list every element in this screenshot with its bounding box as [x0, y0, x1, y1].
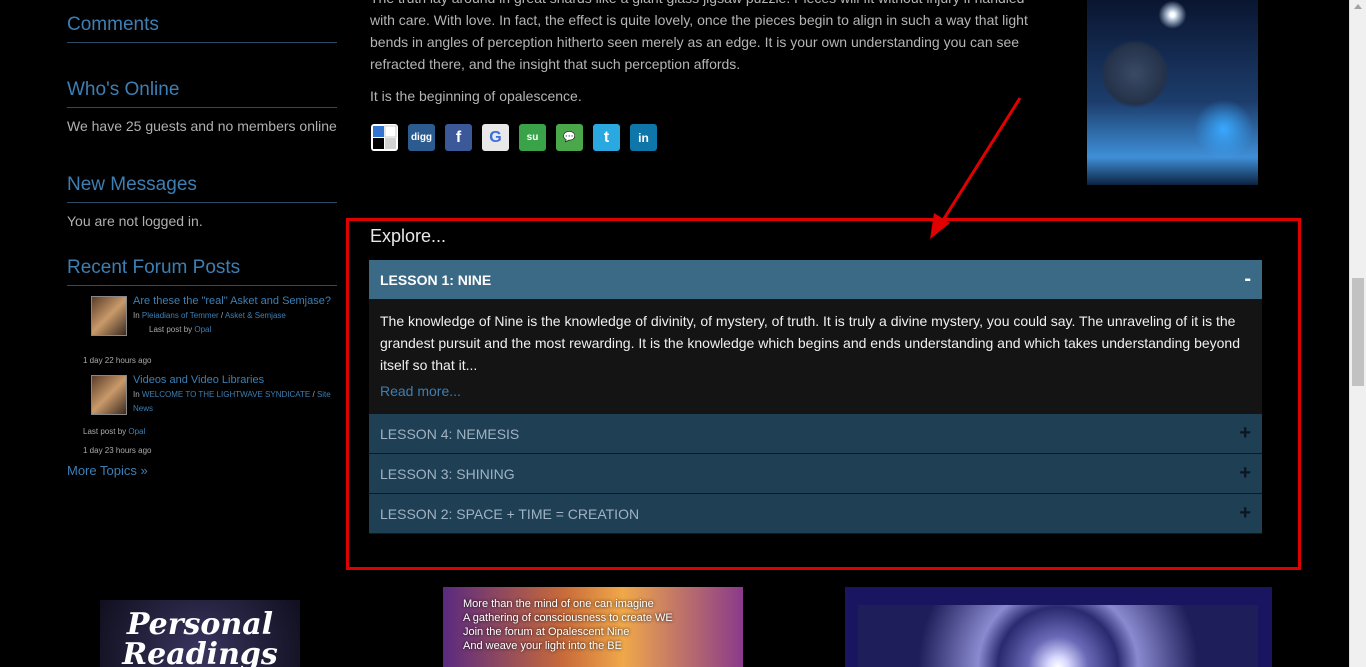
- technorati-icon[interactable]: 💬: [556, 124, 583, 151]
- avatar[interactable]: [91, 375, 127, 415]
- forum-post-item: Are these the "real" Asket and Semjase? …: [67, 294, 337, 354]
- forum-category-link[interactable]: Pleiadians of Temmer: [142, 311, 219, 320]
- author-link[interactable]: Opal: [194, 325, 211, 334]
- facebook-icon[interactable]: f: [445, 124, 472, 151]
- article-body: The truth lay around in great shards lik…: [370, 0, 1050, 107]
- forum-subcategory-link[interactable]: Asket & Semjase: [225, 311, 286, 320]
- share-icons-row: digg f G su 💬 t in: [371, 124, 657, 151]
- forum-post-title[interactable]: Are these the "real" Asket and Semjase?: [133, 294, 337, 309]
- scrollbar-thumb[interactable]: [1352, 278, 1364, 386]
- delicious-icon[interactable]: [371, 124, 398, 151]
- mandala-image: [858, 605, 1258, 667]
- annotation-highlight-box: [346, 218, 1301, 570]
- forum-post-title[interactable]: Videos and Video Libraries: [133, 373, 337, 388]
- stumbleupon-icon[interactable]: su: [519, 124, 546, 151]
- forum-post-item: Videos and Video Libraries In WELCOME TO…: [67, 373, 337, 433]
- sidebar: Comments Who's Online We have 25 guests …: [67, 14, 337, 478]
- whos-online-text: We have 25 guests and no members online: [67, 118, 337, 134]
- forum-category-link[interactable]: WELCOME TO THE LIGHTWAVE SYNDICATE: [142, 390, 310, 399]
- avatar[interactable]: [91, 296, 127, 336]
- personal-readings-banner[interactable]: Personal Readings: [100, 600, 300, 667]
- post-time: 1 day 23 hours ago: [83, 446, 152, 455]
- scroll-up-arrow-icon[interactable]: [1354, 4, 1362, 9]
- vertical-scrollbar[interactable]: [1349, 0, 1366, 667]
- mandala-banner[interactable]: [845, 587, 1272, 667]
- twitter-icon[interactable]: t: [593, 124, 620, 151]
- comments-heading[interactable]: Comments: [67, 14, 337, 43]
- recent-forum-posts-heading: Recent Forum Posts: [67, 257, 337, 286]
- forum-invite-banner[interactable]: More than the mind of one can imagine A …: [443, 587, 743, 667]
- whos-online-heading: Who's Online: [67, 79, 337, 108]
- more-topics-link[interactable]: More Topics »: [67, 463, 337, 478]
- post-time: 1 day 22 hours ago: [83, 356, 152, 365]
- article-paragraph: The truth lay around in great shards lik…: [370, 0, 1028, 72]
- new-messages-heading: New Messages: [67, 174, 337, 203]
- space-illustration-image: [1087, 0, 1258, 185]
- digg-icon[interactable]: digg: [408, 124, 435, 151]
- linkedin-icon[interactable]: in: [630, 124, 657, 151]
- new-messages-text: You are not logged in.: [67, 213, 203, 229]
- google-icon[interactable]: G: [482, 124, 509, 151]
